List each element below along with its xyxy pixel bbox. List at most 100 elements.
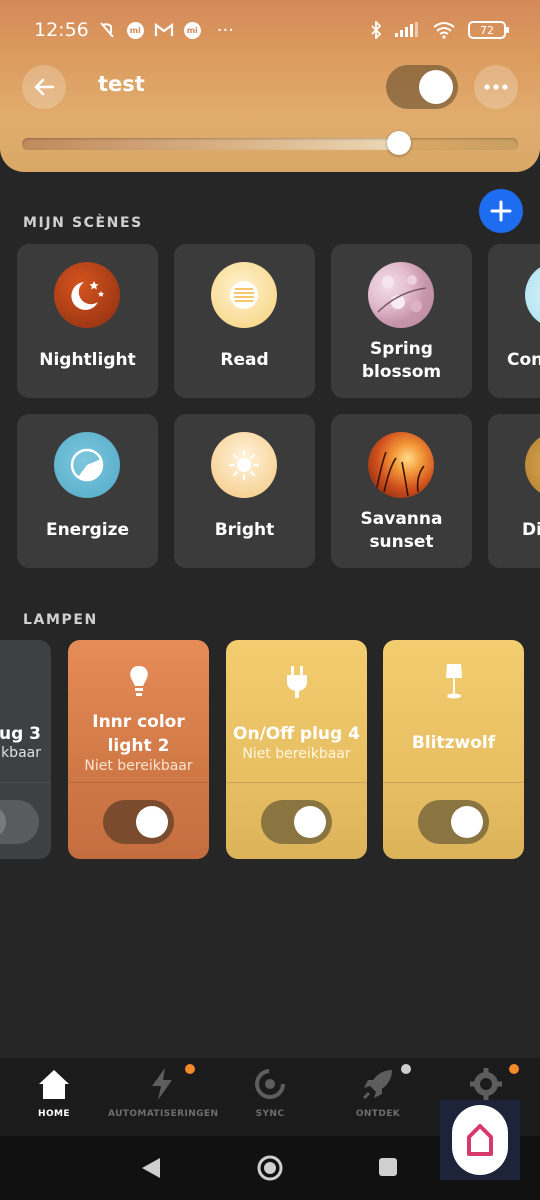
brightness-slider-knob[interactable] [386, 131, 411, 155]
scene-name: Di [522, 520, 540, 540]
back-button[interactable] [22, 65, 66, 109]
lamp-card-plug-3[interactable]: lug 3 kbaar [0, 640, 51, 859]
toggle-knob [0, 806, 6, 838]
lamp-divider [68, 782, 209, 783]
scene-name: Con [507, 350, 540, 370]
notification-dot [509, 1064, 519, 1074]
bright-icon [211, 432, 277, 498]
nav-label: AUTOMATISERINGEN [108, 1109, 219, 1119]
lamp-status: Niet bereikbaar [84, 758, 193, 774]
lamp-name: lug 3 [0, 724, 41, 744]
home-icon [39, 1070, 69, 1099]
scene-name: Bright [214, 520, 275, 540]
nav-label: HOME [38, 1109, 70, 1119]
dimmed-icon [525, 432, 540, 498]
more-options-button[interactable] [474, 65, 518, 109]
nav-discover[interactable]: ONTDEK [324, 1058, 432, 1136]
lamp-toggle[interactable] [103, 800, 174, 844]
scene-card-read[interactable]: Read [174, 244, 315, 398]
settings-icon [470, 1068, 502, 1100]
android-back-icon[interactable] [140, 1156, 162, 1180]
gmail-icon [154, 22, 173, 36]
scene-card-savanna-sunset[interactable]: Savanna sunset [331, 414, 472, 568]
add-scene-button[interactable] [479, 189, 523, 233]
lamp-toggle[interactable] [0, 800, 39, 844]
scene-name: Savanna sunset [360, 509, 443, 552]
room-header: 12:56 mi mi ··· 72 test [0, 0, 540, 172]
battery-indicator: 72 [468, 21, 509, 39]
lamp-name: Innr color light 2 [92, 712, 185, 756]
lamp-status: Niet bereikbaar [242, 746, 351, 762]
brightness-slider[interactable] [22, 138, 518, 150]
nav-sync[interactable]: SYNC [216, 1058, 324, 1136]
scene-name: Energize [45, 520, 130, 540]
mute-vibrate-icon [100, 22, 114, 38]
toggle-knob [419, 70, 453, 104]
status-system-icons: 72 [370, 21, 509, 39]
android-recents-icon[interactable] [378, 1157, 398, 1177]
lamp-toggle[interactable] [418, 800, 489, 844]
scene-name: Spring blossom [361, 339, 442, 382]
scene-card-concentrate[interactable]: Con [488, 244, 540, 398]
home-app-icon [467, 1124, 493, 1156]
energize-icon [54, 432, 120, 498]
bulb-icon [130, 666, 148, 696]
scene-card-energize[interactable]: Energize [17, 414, 158, 568]
nightlight-icon [54, 262, 120, 328]
room-title: test [98, 72, 145, 96]
notification-dot [401, 1064, 411, 1074]
arrow-left-icon [34, 78, 55, 96]
wifi-icon [433, 22, 455, 39]
toggle-knob [451, 806, 483, 838]
lamp-divider [383, 782, 524, 783]
floating-app-shortcut[interactable] [440, 1100, 520, 1180]
scene-card-bright[interactable]: Bright [174, 414, 315, 568]
lamp-card-blitzwolf[interactable]: Blitzwolf [383, 640, 524, 859]
android-home-icon[interactable] [256, 1154, 284, 1182]
savanna-sunset-image [368, 432, 434, 498]
read-icon [211, 262, 277, 328]
nav-label: ONTDEK [355, 1109, 401, 1119]
lamp-name: On/Off plug 4 [233, 724, 360, 744]
bluetooth-icon [371, 21, 382, 39]
toggle-knob [136, 806, 168, 838]
scene-name: Nightlight [39, 350, 136, 370]
nav-label: SYNC [255, 1109, 285, 1119]
mi-app-icon: mi [126, 21, 144, 39]
status-time: 12:56 [34, 19, 89, 41]
automation-icon [152, 1068, 172, 1100]
scenes-section-title: MIJN SCÈNES [23, 215, 143, 231]
scene-card-nightlight[interactable]: Nightlight [17, 244, 158, 398]
plus-icon [490, 200, 512, 222]
battery-level: 72 [480, 23, 494, 37]
table-lamp-icon [446, 664, 462, 699]
status-bar: 12:56 mi mi ··· 72 [0, 0, 540, 60]
lamp-divider [226, 782, 367, 783]
spring-blossom-image [368, 262, 434, 328]
app-shortcut-badge [452, 1105, 508, 1175]
mi-app-icon-2: mi [183, 21, 201, 39]
nav-automations[interactable]: AUTOMATISERINGEN [108, 1058, 219, 1136]
status-more-dots: ··· [216, 19, 234, 41]
more-dots-icon [484, 84, 508, 90]
lamp-name: Blitzwolf [411, 733, 496, 753]
room-power-toggle[interactable] [386, 65, 458, 109]
scene-name: Read [220, 350, 269, 370]
lamps-section-title: LAMPEN [23, 612, 98, 628]
nav-home[interactable]: HOME [0, 1058, 108, 1136]
lamp-card-on-off-plug-4[interactable]: On/Off plug 4 Niet bereikbaar [226, 640, 367, 859]
status-notification-icons: mi mi ··· [97, 20, 234, 41]
lamp-divider [0, 782, 51, 783]
scene-card-dimmed[interactable]: Di [488, 414, 540, 568]
toggle-knob [294, 806, 326, 838]
signal-icon [395, 22, 418, 37]
plug-icon [287, 666, 307, 698]
lamp-status: kbaar [1, 745, 41, 761]
rocket-icon [362, 1070, 392, 1100]
concentrate-icon [525, 262, 540, 328]
notification-dot [185, 1064, 195, 1074]
lamp-toggle[interactable] [261, 800, 332, 844]
sync-icon [255, 1069, 285, 1099]
scene-card-spring-blossom[interactable]: Spring blossom [331, 244, 472, 398]
lamp-card-innr-color-light-2[interactable]: Innr color light 2 Niet bereikbaar [68, 640, 209, 859]
